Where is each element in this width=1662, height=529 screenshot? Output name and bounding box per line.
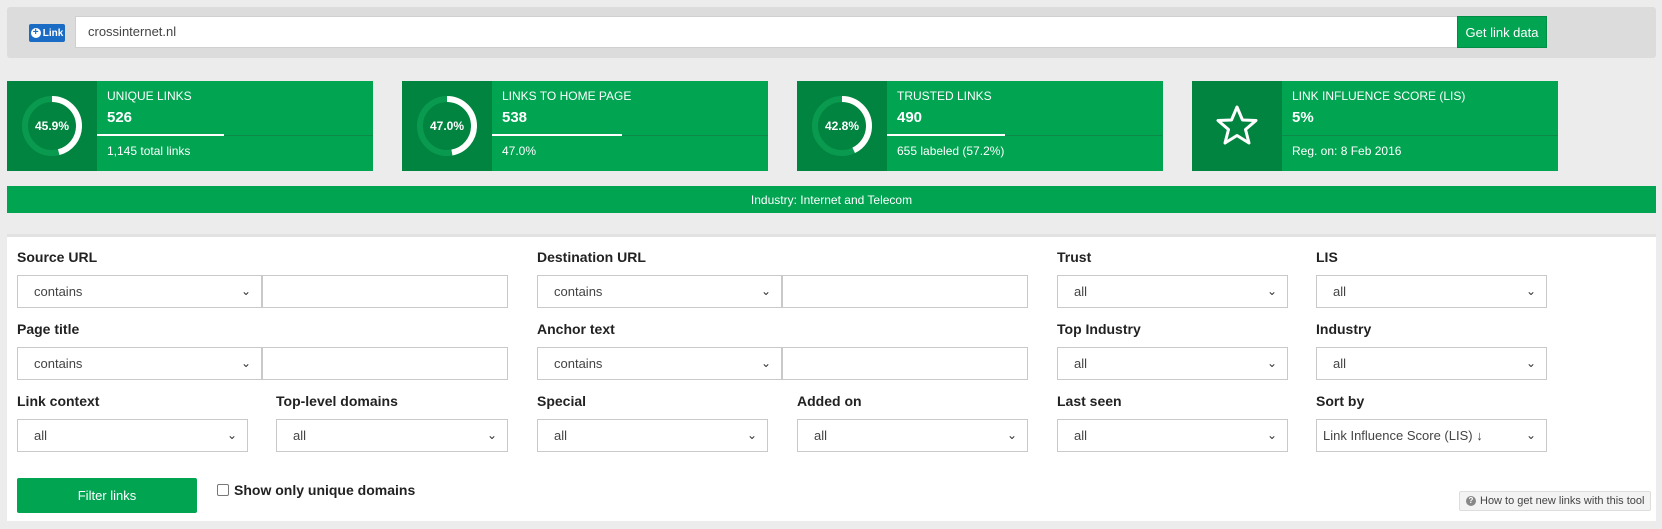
card-value: 538 [502, 109, 528, 126]
stat-card-trusted-links: 42.8% TRUSTED LINKS 490 655 labeled (57.… [797, 81, 1163, 171]
chevron-down-icon: ⌄ [240, 284, 251, 298]
chevron-down-icon: ⌄ [760, 284, 771, 298]
chevron-down-icon: ⌄ [746, 428, 757, 442]
chevron-down-icon: ⌄ [1006, 428, 1017, 442]
industry-select[interactable]: all ⌄ [1316, 347, 1547, 380]
question-icon: ? [1466, 496, 1476, 506]
chevron-down-icon: ⌄ [1266, 428, 1277, 442]
donut-percent-label: 45.9% [35, 119, 69, 133]
help-link[interactable]: ? How to get new links with this tool [1459, 491, 1652, 511]
donut-percent-label: 47.0% [430, 119, 464, 133]
url-input[interactable]: crossinternet.nl [75, 16, 1459, 48]
url-search-bar: + Link crossinternet.nl Get link data [7, 7, 1656, 58]
filter-links-button[interactable]: Filter links [17, 478, 197, 513]
anchor-text-mode-select[interactable]: contains ⌄ [537, 347, 782, 380]
add-link-badge[interactable]: + Link [29, 24, 65, 42]
progress-bar [97, 134, 224, 136]
source-url-input[interactable] [262, 275, 508, 308]
destination-url-label: Destination URL [537, 249, 646, 265]
card-subtext: 1,145 total links [107, 144, 191, 158]
chevron-down-icon: ⌄ [486, 428, 497, 442]
chevron-down-icon: ⌄ [1266, 356, 1277, 370]
trust-label: Trust [1057, 249, 1092, 265]
help-link-label: How to get new links with this tool [1480, 495, 1645, 507]
last-seen-select[interactable]: all ⌄ [1057, 419, 1288, 452]
card-subtext: 47.0% [502, 144, 537, 158]
added-on-select[interactable]: all ⌄ [797, 419, 1028, 452]
chevron-down-icon: ⌄ [1525, 428, 1536, 442]
added-on-label: Added on [797, 393, 862, 409]
get-link-data-button[interactable]: Get link data [1457, 16, 1547, 48]
unique-domains-toggle[interactable]: Show only unique domains [217, 482, 415, 498]
page-title-input[interactable] [262, 347, 508, 380]
card-title: LINK INFLUENCE SCORE (LIS) [1292, 89, 1466, 103]
donut-percent-label: 42.8% [825, 119, 859, 133]
chevron-down-icon: ⌄ [760, 356, 771, 370]
card-title: LINKS TO HOME PAGE [502, 89, 632, 103]
lis-label: LIS [1316, 249, 1338, 265]
chevron-down-icon: ⌄ [240, 356, 251, 370]
star-icon [1216, 105, 1258, 145]
card-title: TRUSTED LINKS [897, 89, 992, 103]
chevron-down-icon: ⌄ [1266, 284, 1277, 298]
card-subtext: Reg. on: 8 Feb 2016 [1292, 144, 1402, 158]
progress-bar [887, 134, 1006, 136]
trust-select[interactable]: all ⌄ [1057, 275, 1288, 308]
card-value: 526 [107, 109, 133, 126]
destination-url-input[interactable] [782, 275, 1028, 308]
source-url-mode-select[interactable]: contains ⌄ [17, 275, 262, 308]
progress-bar [492, 134, 622, 136]
anchor-text-label: Anchor text [537, 321, 615, 337]
chevron-down-icon: ⌄ [1525, 356, 1536, 370]
special-select[interactable]: all ⌄ [537, 419, 768, 452]
link-badge-label: Link [42, 27, 64, 39]
last-seen-label: Last seen [1057, 393, 1122, 409]
link-context-select[interactable]: all ⌄ [17, 419, 248, 452]
destination-url-mode-select[interactable]: contains ⌄ [537, 275, 782, 308]
top-industry-select[interactable]: all ⌄ [1057, 347, 1288, 380]
stat-card-links-to-home-page: 47.0% LINKS TO HOME PAGE 538 47.0% [402, 81, 768, 171]
card-title: UNIQUE LINKS [107, 89, 192, 103]
card-value: 490 [897, 109, 923, 126]
industry-banner: Industry: Internet and Telecom [7, 186, 1656, 213]
donut-chart: 42.8% [797, 81, 887, 171]
sort-by-select[interactable]: Link Influence Score (LIS) ↓ ⌄ [1316, 419, 1547, 452]
top-level-domains-select[interactable]: all ⌄ [276, 419, 508, 452]
special-label: Special [537, 393, 587, 409]
top-industry-label: Top Industry [1057, 321, 1141, 337]
unique-domains-checkbox[interactable] [217, 484, 229, 496]
chevron-down-icon: ⌄ [226, 428, 237, 442]
card-subtext: 655 labeled (57.2%) [897, 144, 1005, 158]
card-value: 5% [1292, 109, 1314, 126]
link-context-label: Link context [17, 393, 100, 409]
filter-panel: Source URL contains ⌄ Destination URL con… [7, 234, 1656, 521]
donut-chart: 45.9% [7, 81, 97, 171]
stat-card-link-influence-score: LINK INFLUENCE SCORE (LIS) 5% Reg. on: 8… [1192, 81, 1558, 171]
stat-card-unique-links: 45.9% UNIQUE LINKS 526 1,145 total links [7, 81, 373, 171]
top-level-domains-label: Top-level domains [276, 393, 398, 409]
page-title-mode-select[interactable]: contains ⌄ [17, 347, 262, 380]
sort-by-label: Sort by [1316, 393, 1365, 409]
lis-select[interactable]: all ⌄ [1316, 275, 1547, 308]
page-title-label: Page title [17, 321, 80, 337]
donut-chart: 47.0% [402, 81, 492, 171]
plus-icon: + [30, 28, 41, 38]
industry-label: Industry [1316, 321, 1372, 337]
anchor-text-input[interactable] [782, 347, 1028, 380]
source-url-label: Source URL [17, 249, 98, 265]
chevron-down-icon: ⌄ [1525, 284, 1536, 298]
unique-domains-label: Show only unique domains [234, 482, 416, 498]
